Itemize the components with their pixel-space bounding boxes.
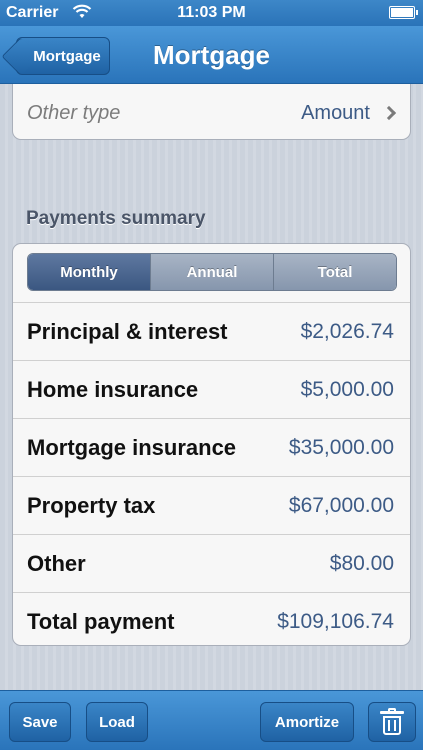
- navigation-bar: Mortgage Mortgage: [0, 26, 423, 84]
- row-value: $80.00: [329, 551, 394, 575]
- content-area[interactable]: Other type Amount Payments summary Month…: [0, 84, 423, 690]
- summary-row-property-tax: Property tax $67,000.00: [13, 476, 410, 534]
- other-type-card: Other type Amount: [12, 84, 411, 140]
- other-type-row[interactable]: Other type Amount: [13, 87, 410, 139]
- battery-icon: [389, 6, 418, 19]
- row-value: $5,000.00: [300, 377, 394, 401]
- row-label: Home insurance: [27, 376, 199, 402]
- chevron-right-icon: [381, 105, 397, 121]
- bottom-toolbar: Save Load Amortize: [0, 690, 423, 750]
- save-button[interactable]: Save: [9, 702, 71, 742]
- delete-button[interactable]: [368, 702, 416, 742]
- segment-monthly[interactable]: Monthly: [28, 254, 150, 290]
- status-time: 11:03 PM: [177, 4, 246, 21]
- amortize-button[interactable]: Amortize: [260, 702, 354, 742]
- row-label: Other: [27, 550, 86, 576]
- segment-total[interactable]: Total: [273, 254, 396, 290]
- other-type-value-group: Amount: [301, 101, 397, 125]
- status-bar: Carrier 11:03 PM: [0, 0, 423, 26]
- summary-row-principal-interest: Principal & interest $2,026.74: [13, 302, 410, 360]
- trash-icon: [380, 708, 404, 735]
- back-button-label: Mortgage: [33, 47, 101, 65]
- row-label: Property tax: [27, 492, 156, 518]
- segment-annual[interactable]: Annual: [150, 254, 273, 290]
- row-value: $67,000.00: [288, 493, 394, 517]
- summary-row-home-insurance: Home insurance $5,000.00: [13, 360, 410, 418]
- summary-row-other: Other $80.00: [13, 534, 410, 592]
- row-value: $2,026.74: [300, 319, 394, 343]
- period-segmented-control: Monthly Annual Total: [27, 253, 397, 291]
- row-label: Mortgage insurance: [27, 434, 237, 460]
- payments-summary-card: Monthly Annual Total Principal & interes…: [12, 243, 411, 646]
- row-value: $109,106.74: [277, 609, 394, 633]
- summary-row-total-payment: Total payment $109,106.74: [13, 592, 410, 650]
- row-label: Total payment: [27, 608, 175, 634]
- other-type-value: Amount: [301, 101, 370, 124]
- summary-row-mortgage-insurance: Mortgage insurance $35,000.00: [13, 418, 410, 476]
- section-title: Payments summary: [26, 208, 206, 229]
- other-type-label: Other type: [27, 101, 121, 124]
- row-label: Principal & interest: [27, 318, 228, 344]
- row-value: $35,000.00: [288, 435, 394, 459]
- summary-rows: Principal & interest $2,026.74 Home insu…: [13, 302, 410, 650]
- load-button[interactable]: Load: [86, 702, 148, 742]
